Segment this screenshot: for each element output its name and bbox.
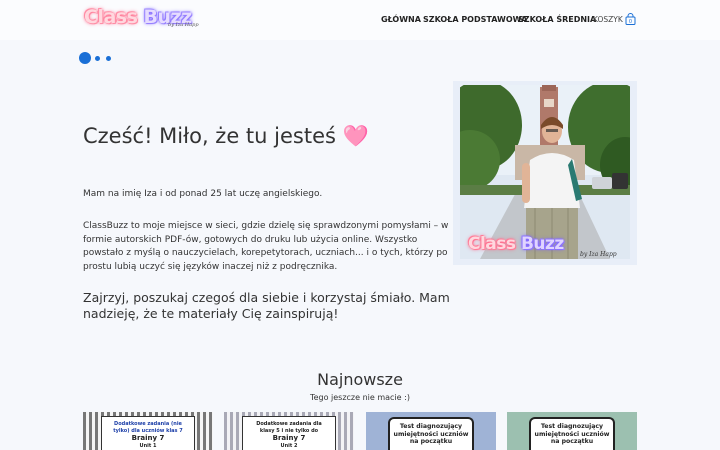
nav-item-secondary-school[interactable]: SZKOŁA ŚREDNIA — [518, 15, 596, 24]
product-title-line: na początku — [409, 438, 453, 446]
product-title-line: umiejętności uczniów — [534, 430, 610, 438]
author-photo — [460, 85, 630, 259]
product-title-line: Brainy 7 — [131, 434, 165, 442]
photo-signature: by Iza Happ — [580, 251, 617, 258]
hero-intro: Mam na imię Iza i od ponad 25 lat uczę a… — [83, 189, 323, 199]
product-card[interactable]: Dodatkowe zadania (nie tylko) dla ucznió… — [83, 412, 213, 450]
nav-item-home[interactable]: GŁÓWNA — [381, 15, 421, 24]
product-title-line: umiejętności uczniów — [393, 430, 469, 438]
product-title-line: Test diagnozujący — [399, 423, 463, 430]
cart-count: 0 — [629, 19, 632, 25]
hero-description: ClassBuzz to moje miejsce w sieci, gdzie… — [83, 221, 449, 272]
product-thumbnail: Dodatkowe zadania dla klasy 5 i nie tylk… — [242, 416, 336, 450]
site-header: Class Buzz by Iza Happ GŁÓWNA SZKOŁA POD… — [0, 0, 720, 40]
product-card[interactable]: Test diagnozujący umiejętności uczniów n… — [507, 412, 637, 450]
product-title-line: Unit 1 — [139, 443, 157, 449]
product-title-line: Brainy 7 — [272, 434, 306, 442]
product-card[interactable]: Test diagnozujący umiejętności uczniów n… — [366, 412, 496, 450]
product-title-line: Unit 2 — [280, 443, 298, 449]
photo-logo: Class Buzz — [468, 234, 564, 254]
cart-icon[interactable]: 0 — [625, 13, 636, 25]
hero-title: Cześć! Miło, że tu jesteś 🩷 — [83, 124, 369, 148]
product-title-line: Dodatkowe zadania (nie — [114, 421, 182, 427]
newest-section-subtitle: Tego jeszcze nie macie :) — [310, 393, 410, 402]
cart-link[interactable]: KOSZYK — [593, 15, 623, 24]
product-thumbnail: Test diagnozujący umiejętności uczniów n… — [529, 417, 615, 450]
slider-dots — [79, 52, 119, 64]
product-title-line: Dodatkowe zadania dla — [256, 421, 322, 427]
slider-dot[interactable] — [95, 56, 100, 61]
product-thumbnail: Test diagnozujący umiejętności uczniów n… — [388, 417, 474, 450]
product-title-line: Test diagnozujący — [540, 423, 604, 430]
nav-item-primary-school[interactable]: SZKOŁA PODSTAWOWA — [423, 15, 527, 24]
site-logo[interactable]: Class Buzz by Iza Happ — [84, 6, 200, 32]
product-thumbnail: Dodatkowe zadania (nie tylko) dla ucznió… — [101, 416, 195, 450]
slider-dot[interactable] — [106, 56, 111, 61]
product-card[interactable]: Dodatkowe zadania dla klasy 5 i nie tylk… — [224, 412, 354, 450]
slider-dot-active[interactable] — [79, 52, 91, 64]
hero-invitation: Zajrzyj, poszukaj czegoś dla siebie i ko… — [83, 290, 450, 321]
newest-section-title: Najnowsze — [317, 370, 403, 389]
product-title-line: na początku — [550, 438, 594, 446]
logo-signature: by Iza Happ — [168, 22, 199, 28]
